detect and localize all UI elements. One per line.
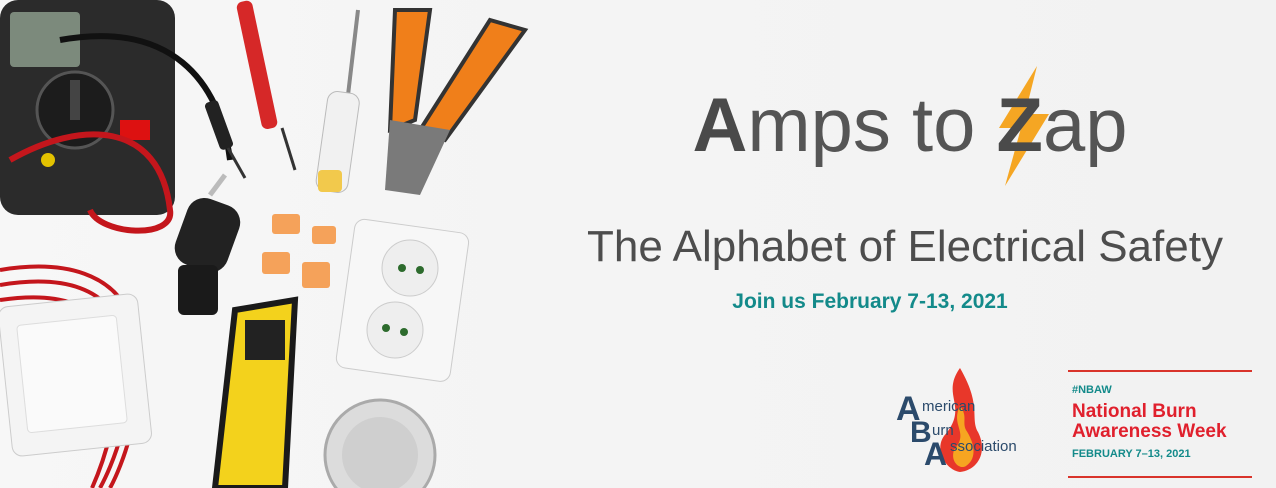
- headline: Amps to Zap: [560, 66, 1260, 186]
- title-part: mps to: [747, 83, 997, 168]
- nbaw-badge: #NBAW National Burn Awareness Week FEBRU…: [1068, 370, 1252, 478]
- page-title: Amps to Zap: [692, 66, 1128, 186]
- title-z: Z: [996, 83, 1043, 168]
- nbaw-name-line1: National Burn: [1072, 401, 1197, 422]
- event-dates: Join us February 7-13, 2021: [732, 290, 1008, 313]
- aba-line1: merican: [922, 398, 976, 415]
- subtitle: The Alphabet of Electrical Safety: [587, 222, 1223, 271]
- switch-icon: [0, 293, 152, 457]
- nbaw-hashtag: #NBAW: [1072, 384, 1112, 396]
- aba-letter-a2: A: [924, 436, 948, 472]
- banner: Amps to Zap The Alphabet of Electrical S…: [0, 0, 1276, 488]
- socket-icon: [335, 218, 470, 382]
- pliers-icon: [385, 8, 529, 195]
- multimeter-icon: [0, 0, 175, 215]
- junction-box-icon: [323, 398, 437, 488]
- title-z-wrap: Z: [997, 66, 1049, 186]
- aba-logo: A merican B urn A ssociation: [890, 368, 1040, 472]
- plug-icon: [174, 173, 241, 315]
- aba-line3: ssociation: [950, 438, 1017, 455]
- tools-illustration: [0, 0, 529, 488]
- nbaw-name-line2: Awareness Week: [1072, 421, 1227, 442]
- wire-stripper-icon: [211, 296, 299, 488]
- probe-icon: [204, 0, 297, 179]
- nbaw-dates: FEBRUARY 7–13, 2021: [1072, 448, 1191, 460]
- screwdriver-icon: [315, 9, 360, 193]
- nbaw-name: National Burn Awareness Week: [1072, 402, 1227, 442]
- connector-icon: [262, 214, 336, 288]
- title-initial: A: [692, 83, 748, 168]
